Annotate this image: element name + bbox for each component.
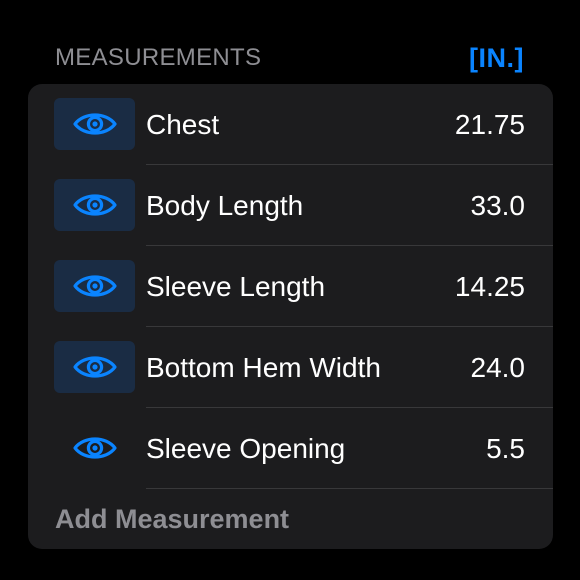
measurement-value: 24.0 (470, 352, 526, 383)
eye-icon (72, 437, 117, 459)
measurement-row-body-length[interactable]: Body Length 33.0 (28, 165, 553, 246)
measurement-value: 33.0 (470, 190, 526, 221)
measurement-row-chest[interactable]: Chest 21.75 (28, 84, 553, 165)
add-measurement-button[interactable]: Add Measurement (55, 494, 289, 544)
visibility-toggle-chest[interactable] (54, 98, 135, 150)
eye-icon (72, 356, 117, 378)
row-divider (146, 488, 553, 489)
measurement-label: Chest (146, 109, 220, 140)
eye-icon (72, 194, 117, 216)
eye-icon (72, 275, 117, 297)
measurement-value: 14.25 (454, 271, 525, 302)
measurement-label: Sleeve Opening (146, 433, 346, 464)
measurement-label: Sleeve Length (146, 271, 326, 302)
eye-icon (72, 113, 117, 135)
visibility-toggle-sleeve-opening[interactable] (54, 422, 135, 474)
measurement-row-sleeve-length[interactable]: Sleeve Length 14.25 (28, 246, 553, 327)
visibility-toggle-body-length[interactable] (54, 179, 135, 231)
measurement-row-bottom-hem-width[interactable]: Bottom Hem Width 24.0 (28, 327, 553, 408)
measurement-row-sleeve-opening[interactable]: Sleeve Opening 5.5 (28, 408, 553, 489)
section-header: MEASUREMENTS [IN.] (55, 40, 524, 76)
measurements-screen: MEASUREMENTS [IN.] Chest 21.75 Body Leng… (0, 0, 580, 580)
measurement-label: Body Length (146, 190, 304, 221)
section-title: MEASUREMENTS (55, 44, 262, 71)
visibility-toggle-bottom-hem-width[interactable] (54, 341, 135, 393)
measurement-value: 21.75 (454, 109, 525, 140)
measurements-list: Chest 21.75 Body Length 33.0 Sleeve Leng… (28, 84, 553, 549)
measurement-value: 5.5 (486, 433, 525, 464)
visibility-toggle-sleeve-length[interactable] (54, 260, 135, 312)
unit-toggle-button[interactable]: [IN.] (469, 43, 524, 74)
measurement-label: Bottom Hem Width (146, 352, 381, 383)
